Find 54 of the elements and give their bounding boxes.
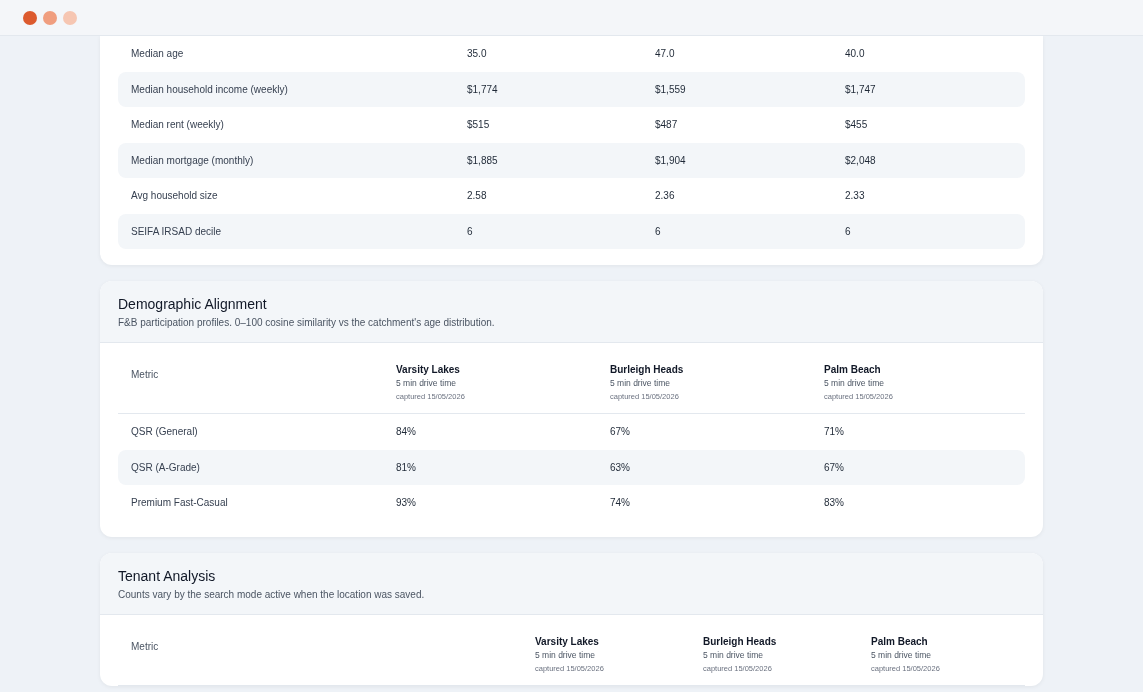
table-cell-text: 83% xyxy=(824,496,845,511)
section-subtitle: Counts vary by the search mode active when the location was saved. xyxy=(118,588,426,601)
location-name: Palm Beach xyxy=(824,363,882,377)
location-name: Burleigh Heads xyxy=(703,634,778,649)
row-label: Median age xyxy=(131,47,185,62)
table-cell-text: 74% xyxy=(610,496,631,511)
location-name: Varsity Lakes xyxy=(535,634,600,649)
table-cell-text: 6 xyxy=(845,224,852,239)
table-cell-text: 2.36 xyxy=(655,189,676,204)
location-name: Palm Beach xyxy=(871,634,929,649)
row-label: Median household income (weekly) xyxy=(131,82,289,97)
table-cell-text: $2,048 xyxy=(845,153,877,168)
table-cell-text: 63% xyxy=(610,460,631,475)
section-title: Tenant Analysis xyxy=(118,566,217,585)
table-cell-text: $487 xyxy=(655,118,679,133)
row-label: Median mortgage (monthly) xyxy=(131,153,255,168)
table-cell-text: $1,885 xyxy=(467,153,499,168)
row-label: Avg household size xyxy=(131,189,219,204)
table-cell-text: 67% xyxy=(824,460,845,475)
table-cell-text: $1,559 xyxy=(655,82,687,97)
table-cell-text: 6 xyxy=(655,224,662,239)
section-subtitle: F&B participation profiles. 0–100 cosine similarity vs the catchment's age distribution. xyxy=(118,317,496,329)
table-cell-text: 47.0 xyxy=(655,47,676,62)
table-cell-text: $455 xyxy=(845,118,869,133)
drive-time-label: 5 min drive time xyxy=(824,377,885,390)
table-cell-text: 6 xyxy=(467,224,474,239)
row-label: QSR (General) xyxy=(131,425,199,440)
table-cell-text: $515 xyxy=(467,118,491,133)
column-header: Metric xyxy=(131,368,160,382)
drive-time-label: 5 min drive time xyxy=(610,377,671,390)
table-cell-text: 40.0 xyxy=(845,47,866,62)
drive-time-label: 5 min drive time xyxy=(396,377,457,390)
location-name: Varsity Lakes xyxy=(396,363,461,377)
row-label: Median rent (weekly) xyxy=(131,118,225,133)
drive-time-label: 5 min drive time xyxy=(871,648,932,662)
section-title: Demographic Alignment xyxy=(118,295,268,313)
row-label: SEIFA IRSAD decile xyxy=(131,224,223,239)
table-cell-text: 71% xyxy=(824,425,845,440)
table-cell-text: 81% xyxy=(396,460,417,475)
table-cell-text: 84% xyxy=(396,425,417,440)
table-cell-text: $1,747 xyxy=(845,82,877,97)
table-cell-text: $1,774 xyxy=(467,82,499,97)
table-cell-text: $1,904 xyxy=(655,153,687,168)
table-cell-text: 93% xyxy=(396,496,417,511)
column-header: Metric xyxy=(131,639,160,654)
table-cell-text: 2.33 xyxy=(845,189,866,204)
row-label: Premium Fast-Casual xyxy=(131,496,229,511)
drive-time-label: 5 min drive time xyxy=(535,648,596,662)
location-name: Burleigh Heads xyxy=(610,363,685,377)
table-cell-text: 67% xyxy=(610,425,631,440)
table-cell-text: 2.58 xyxy=(467,189,488,204)
table-cell-text: 35.0 xyxy=(467,47,488,62)
row-label: QSR (A-Grade) xyxy=(131,460,201,475)
drive-time-label: 5 min drive time xyxy=(703,648,764,662)
